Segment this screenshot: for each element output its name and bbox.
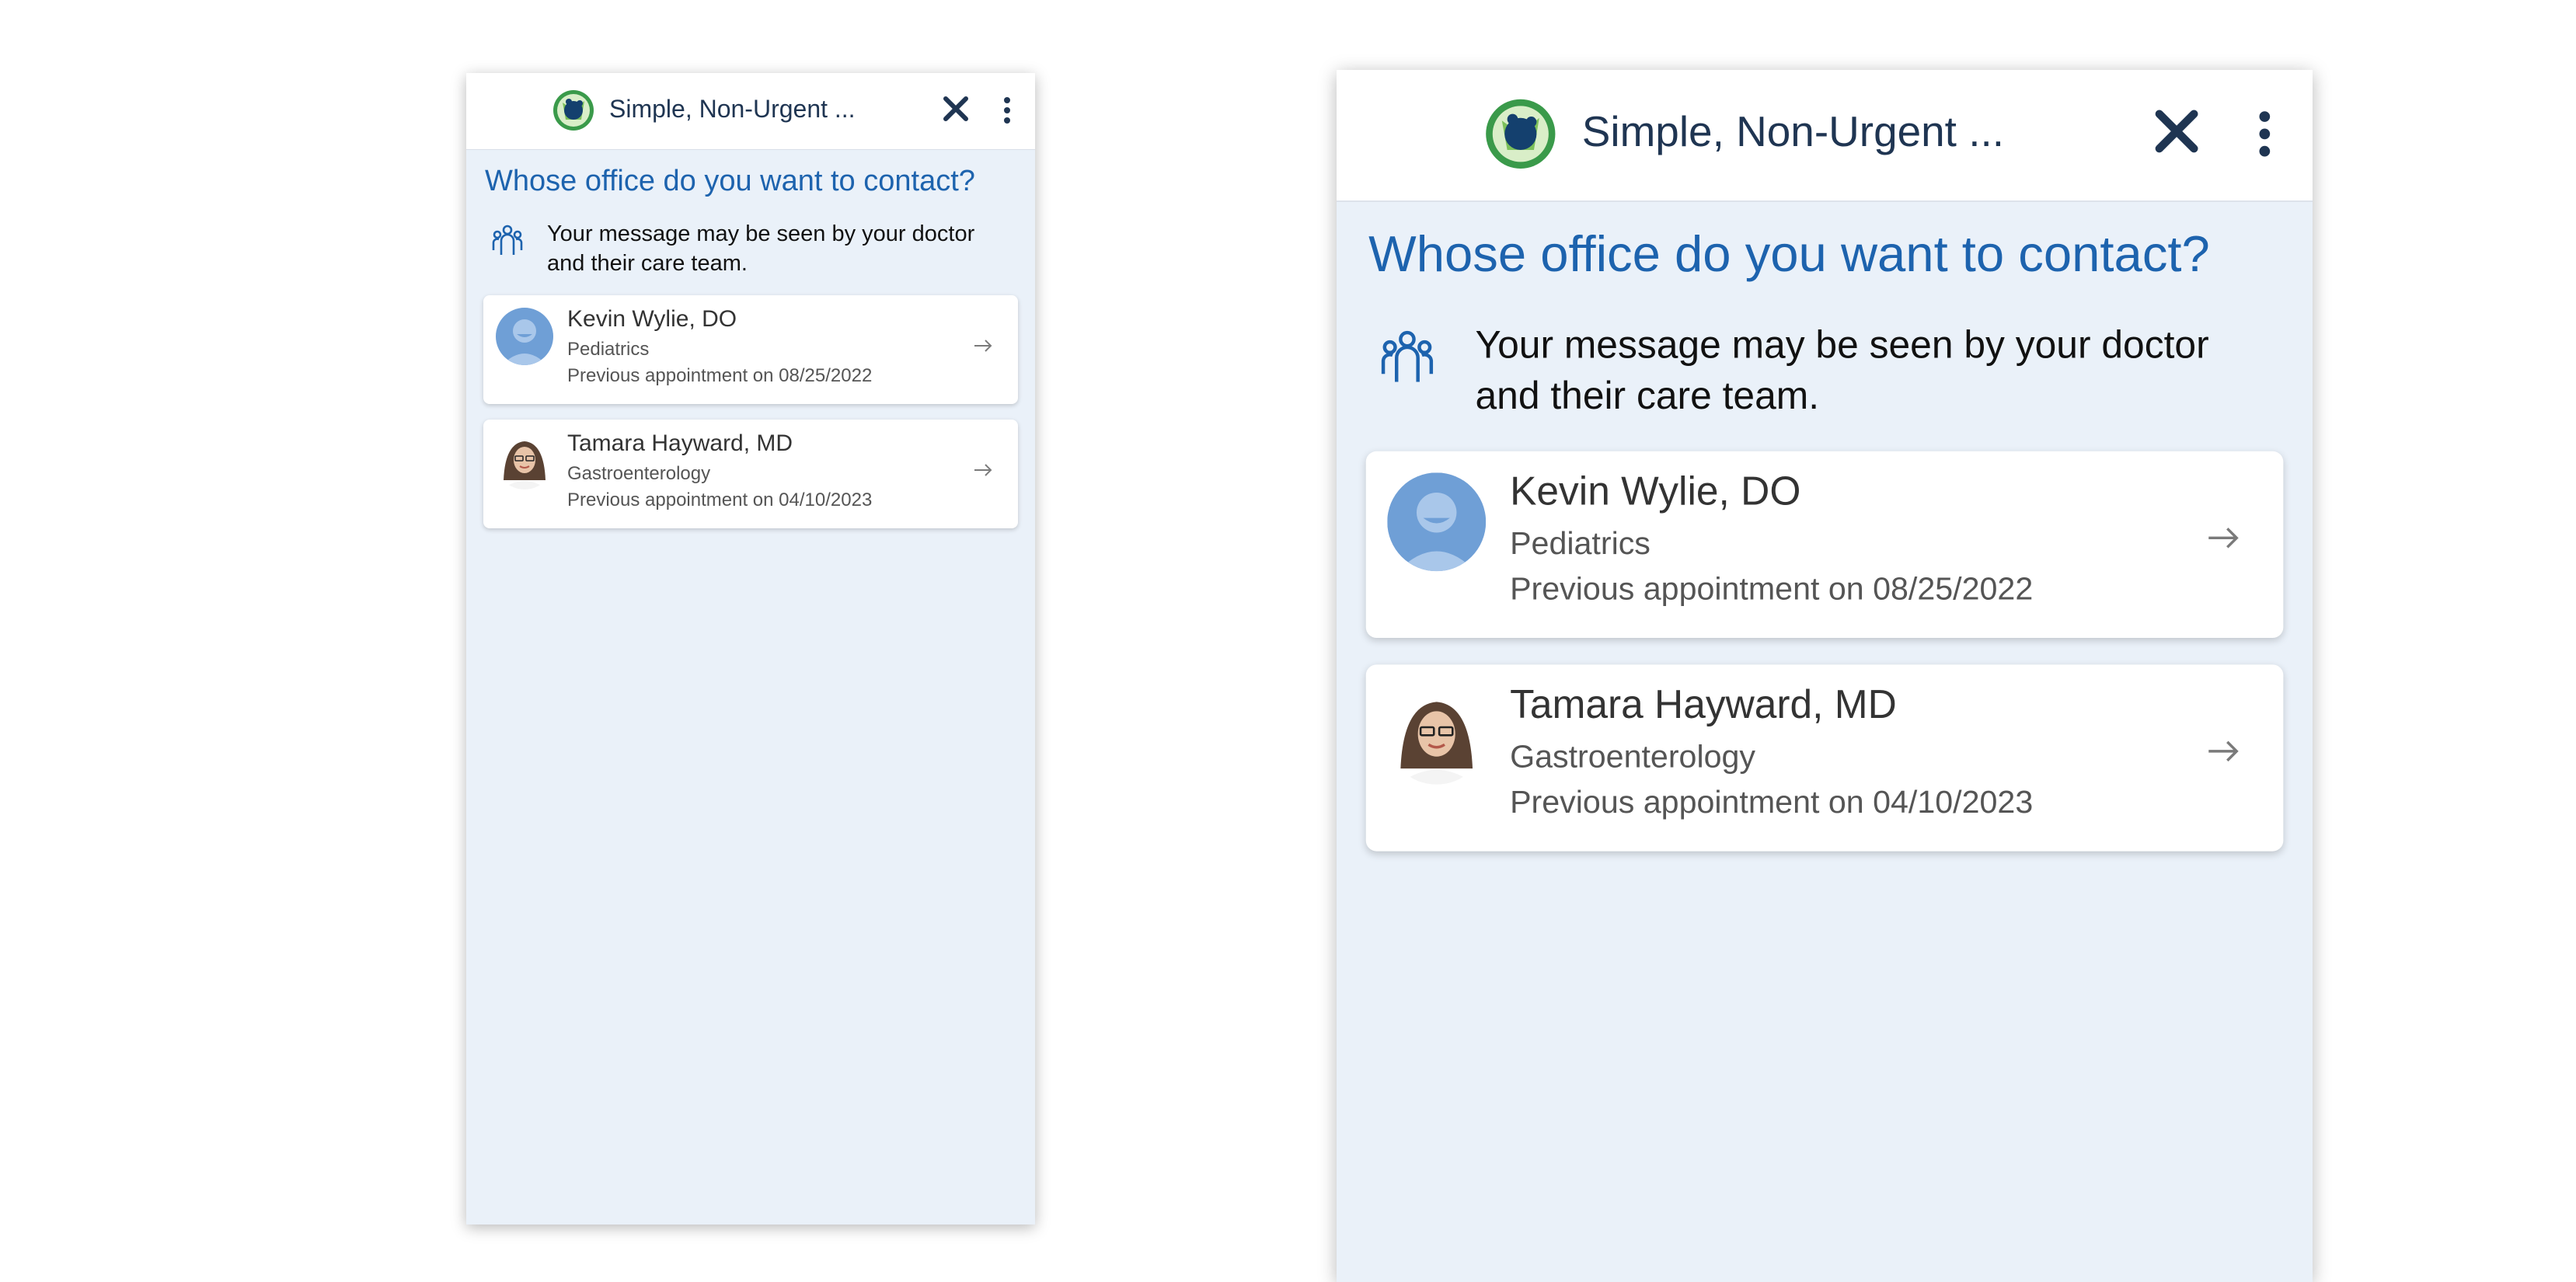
view-content: Simple, Non-Urgent ... Whose office do y… xyxy=(1337,70,2313,852)
care-team-notice-text: Your message may be seen by your doctor … xyxy=(547,221,975,276)
arrow-right-icon xyxy=(974,464,992,476)
previous-appointment: Previous appointment on 04/10/2023 xyxy=(1510,784,2034,821)
avatar xyxy=(1387,472,1487,572)
provider-card[interactable]: Tamara Hayward, MD Gastroenterology Prev… xyxy=(483,420,1018,528)
avatar xyxy=(1387,685,1487,785)
provider-card[interactable]: Kevin Wylie, DO Pediatrics Previous appo… xyxy=(1365,451,2284,639)
previous-appointment: Previous appointment on 04/10/2023 xyxy=(567,489,873,510)
provider-card[interactable]: Tamara Hayward, MD Gastroenterology Prev… xyxy=(1365,664,2284,852)
avatar xyxy=(496,432,553,489)
app-header: Simple, Non-Urgent ... xyxy=(466,73,1035,150)
view-content: Simple, Non-Urgent ... Whose office do y… xyxy=(466,73,1035,528)
page-heading: Whose office do you want to contact? xyxy=(1368,227,2210,284)
close-button[interactable] xyxy=(937,90,974,127)
close-icon xyxy=(2155,110,2198,153)
provider-specialty: Gastroenterology xyxy=(1510,739,1756,775)
more-vertical-icon xyxy=(1004,97,1010,124)
provider-photo-icon xyxy=(496,432,553,489)
avatar xyxy=(496,308,553,365)
care-team-icon xyxy=(1381,330,1434,382)
provider-name: Kevin Wylie, DO xyxy=(567,306,737,332)
care-team-notice-text: Your message may be seen by your doctor … xyxy=(1475,324,2209,418)
more-vertical-icon xyxy=(2259,111,2271,157)
provider-specialty: Gastroenterology xyxy=(567,463,711,484)
app-header: Simple, Non-Urgent ... xyxy=(1337,70,2313,202)
close-button[interactable] xyxy=(2145,99,2208,163)
provider-photo-icon xyxy=(1387,685,1487,785)
provider-specialty: Pediatrics xyxy=(1510,525,1651,563)
previous-appointment: Previous appointment on 08/25/2022 xyxy=(1510,571,2034,608)
arrow-right-icon xyxy=(974,340,992,352)
provider-name: Tamara Hayward, MD xyxy=(567,430,793,456)
provider-name: Kevin Wylie, DO xyxy=(1510,469,1801,514)
page-title: Simple, Non-Urgent ... xyxy=(609,95,856,123)
provider-specialty: Pediatrics xyxy=(567,339,650,360)
mobile-view-large: Simple, Non-Urgent ... Whose office do y… xyxy=(1337,70,2313,1282)
provider-card[interactable]: Kevin Wylie, DO Pediatrics Previous appo… xyxy=(483,295,1018,404)
generic-person-avatar-icon xyxy=(1387,472,1487,572)
previous-appointment: Previous appointment on 08/25/2022 xyxy=(567,365,873,386)
mobile-view-small: Simple, Non-Urgent ... Whose office do y… xyxy=(466,73,1035,1225)
page-title: Simple, Non-Urgent ... xyxy=(1581,107,2004,155)
generic-person-avatar-icon xyxy=(496,308,553,365)
arrow-right-icon xyxy=(2208,528,2239,549)
provider-name: Tamara Hayward, MD xyxy=(1510,683,1897,727)
care-team-icon xyxy=(492,225,523,255)
arrow-right-icon xyxy=(2208,740,2239,762)
more-options-button[interactable] xyxy=(2238,102,2292,165)
app-logo-icon xyxy=(1486,99,1556,169)
app-logo-icon xyxy=(553,90,594,131)
close-icon xyxy=(943,96,968,121)
page-heading: Whose office do you want to contact? xyxy=(485,165,975,197)
more-options-button[interactable] xyxy=(992,92,1023,129)
